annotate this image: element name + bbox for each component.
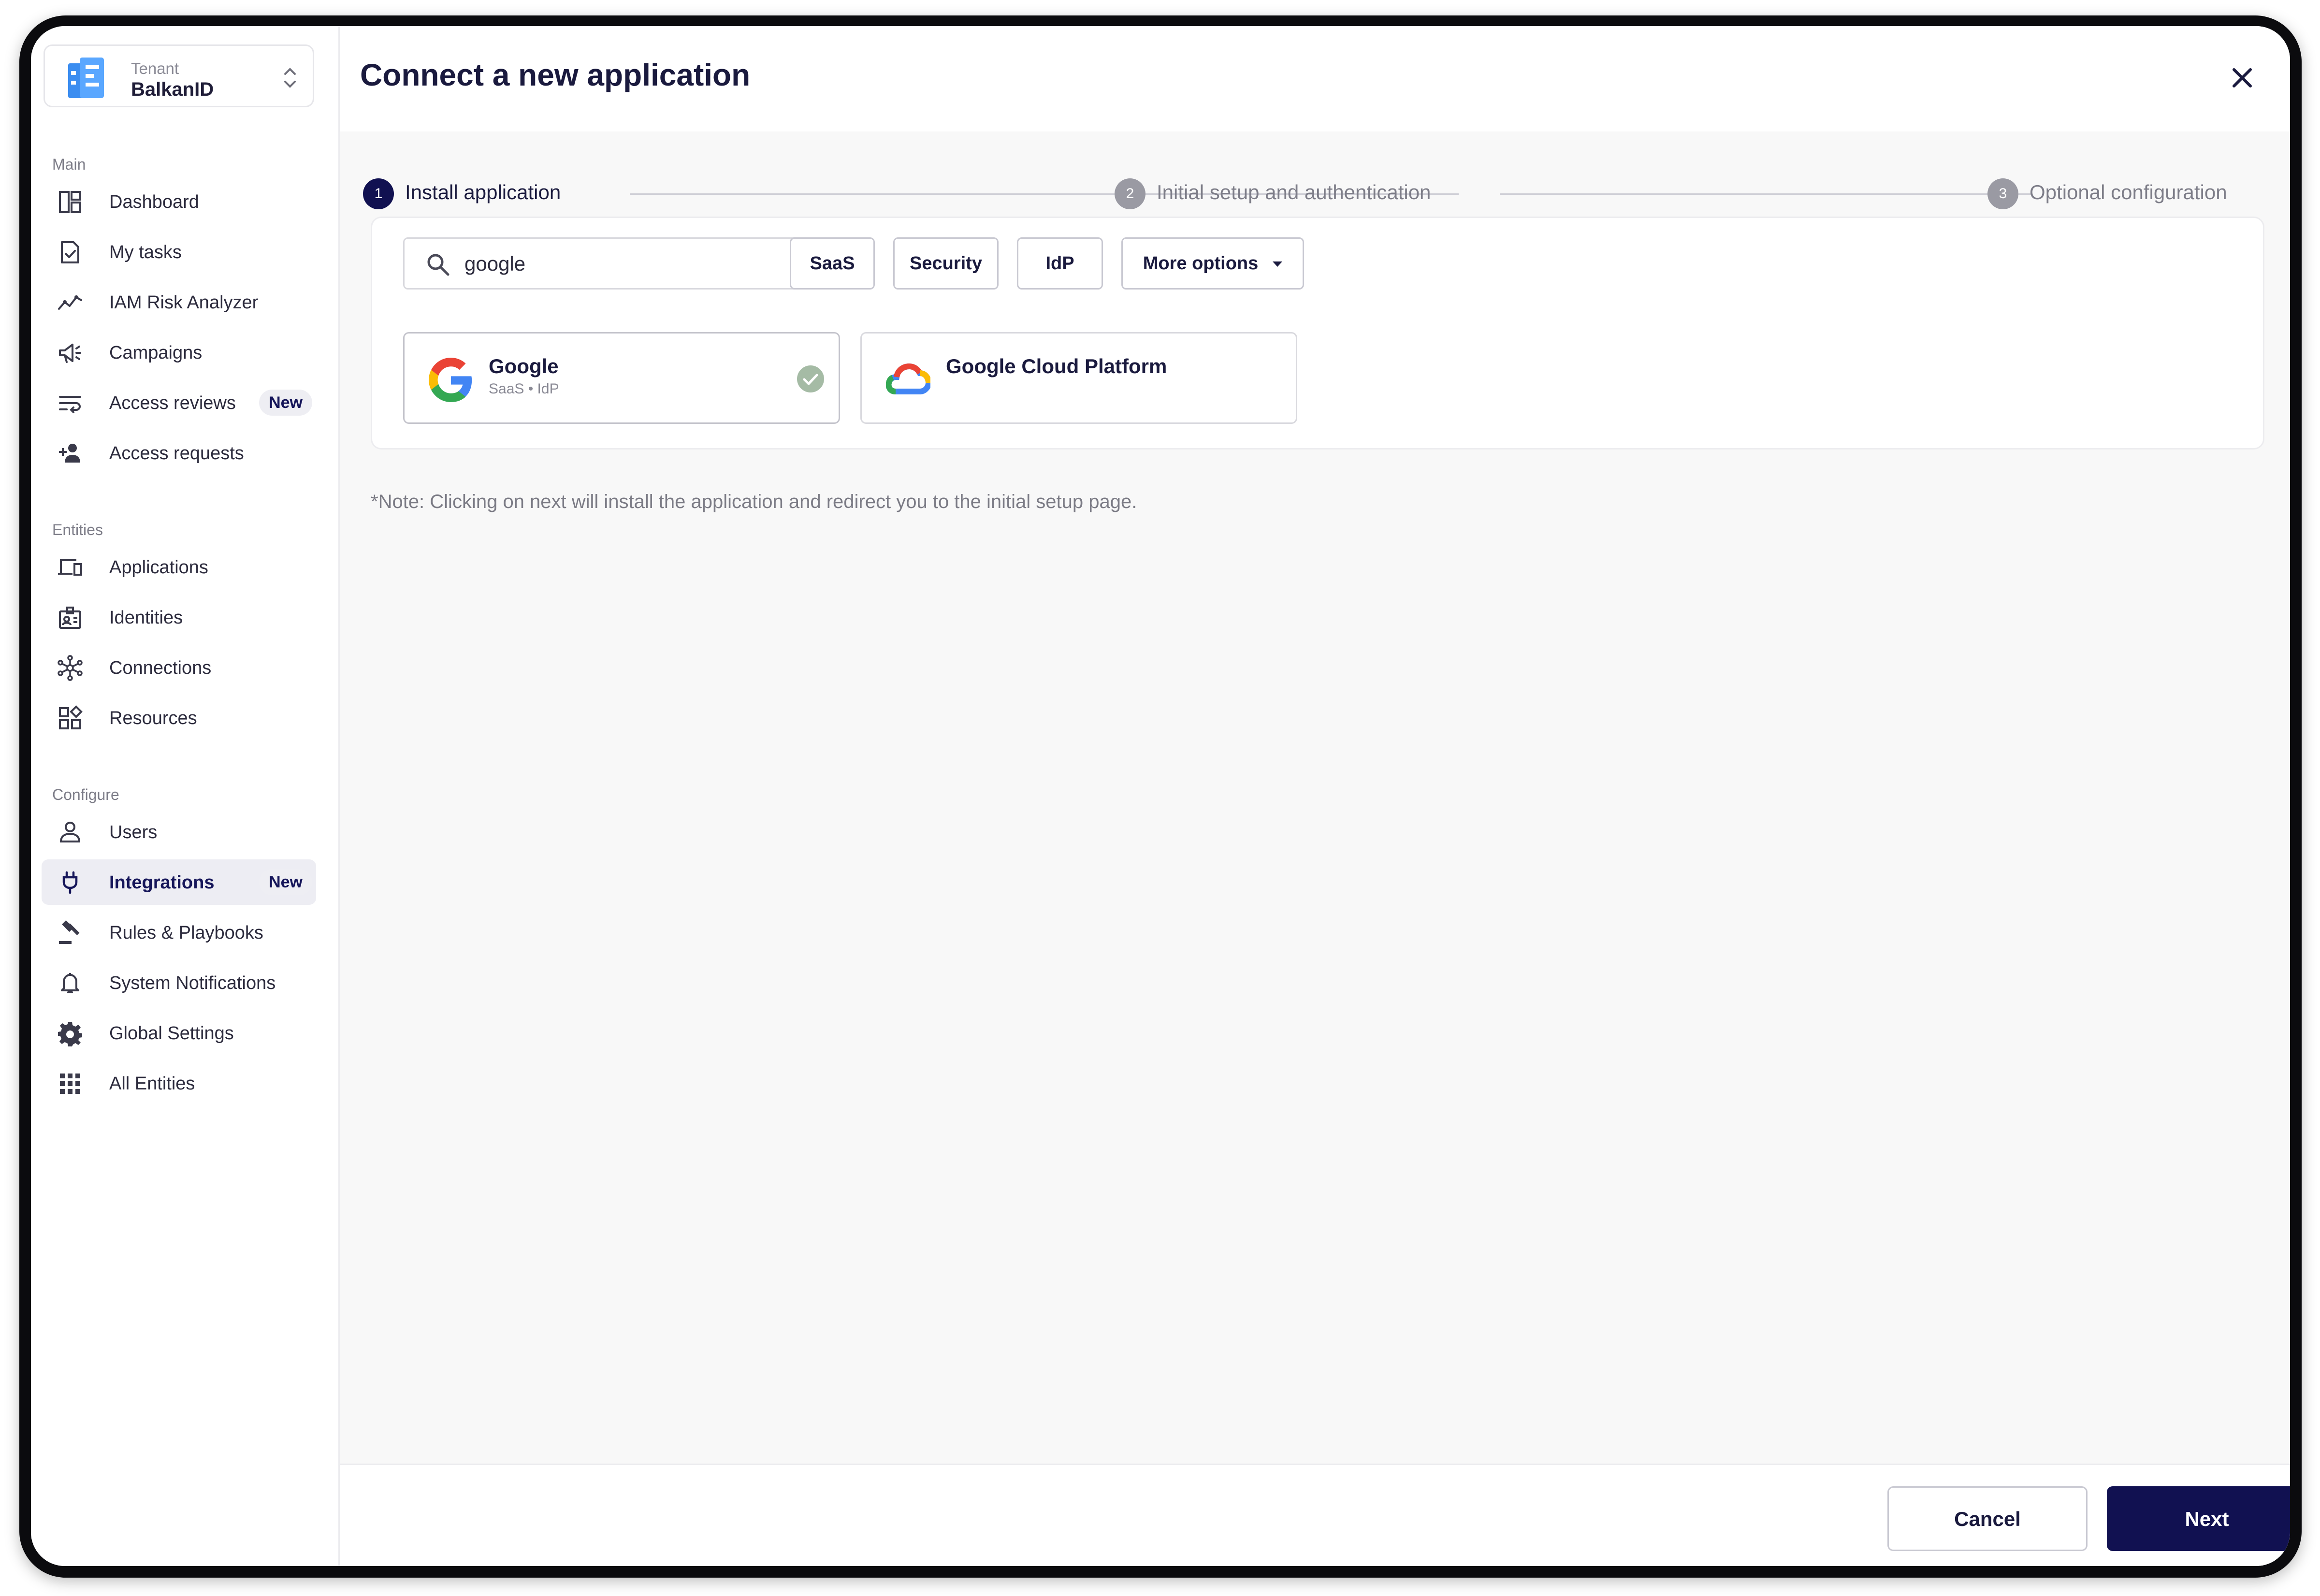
sidebar-item-label: Resources <box>109 708 197 728</box>
sidebar-item-label: My tasks <box>109 242 182 262</box>
sidebar-item-label: Access requests <box>109 443 244 464</box>
sidebar-item-dashboard[interactable]: Dashboard <box>42 179 316 224</box>
check-circle-icon <box>796 364 825 393</box>
sidebar-item-rules-playbooks[interactable]: Rules & Playbooks <box>42 910 316 955</box>
sidebar-item-label: All Entities <box>109 1074 195 1094</box>
search-box[interactable] <box>403 237 801 290</box>
sidebar-item-label: Connections <box>109 658 212 678</box>
search-input[interactable] <box>464 248 784 279</box>
sidebar-item-label: Users <box>109 822 158 842</box>
sidebar-item-campaigns[interactable]: Campaigns <box>42 330 316 375</box>
section-title-configure: Configure <box>52 786 119 803</box>
plug-icon <box>57 870 83 896</box>
filter-security-button[interactable]: Security <box>893 237 999 290</box>
dialog-header: Connect a new application <box>340 26 2290 131</box>
filter-idp-button[interactable]: IdP <box>1017 237 1103 290</box>
section-title-entities: Entities <box>52 521 103 538</box>
sidebar-item-label: Access reviews <box>109 393 236 413</box>
close-button[interactable] <box>2226 62 2258 94</box>
sidebar-item-global-settings[interactable]: Global Settings <box>42 1010 316 1056</box>
sidebar-item-label: Global Settings <box>109 1023 234 1044</box>
sidebar-item-connections[interactable]: Connections <box>42 645 316 690</box>
network-icon <box>57 655 83 681</box>
sidebar: Tenant BalkanID Main Dashboard My tasks … <box>31 26 340 1566</box>
gavel-icon <box>57 920 83 946</box>
step-2-label: Initial setup and authentication <box>1157 181 1431 203</box>
step-2-number: 2 <box>1115 178 1146 209</box>
main-panel: Connect a new application 1 Install appl… <box>340 26 2290 1566</box>
sidebar-item-applications[interactable]: Applications <box>42 544 316 590</box>
sidebar-item-label: System Notifications <box>109 973 276 993</box>
sidebar-item-users[interactable]: Users <box>42 809 316 855</box>
sidebar-item-my-tasks[interactable]: My tasks <box>42 229 316 275</box>
sidebar-item-label: Integrations <box>109 872 215 893</box>
caret-down-icon <box>1273 261 1283 267</box>
device-frame: Tenant BalkanID Main Dashboard My tasks … <box>19 15 2302 1578</box>
step-3-number: 3 <box>1987 178 2018 209</box>
search-icon <box>425 251 451 277</box>
step-1-number: 1 <box>363 178 394 209</box>
app-window: Tenant BalkanID Main Dashboard My tasks … <box>31 26 2290 1566</box>
sidebar-item-label: Applications <box>109 557 208 578</box>
sidebar-item-iam-risk-analyzer[interactable]: IAM Risk Analyzer <box>42 279 316 325</box>
cancel-button[interactable]: Cancel <box>1887 1486 2088 1551</box>
user-icon <box>57 819 83 845</box>
dashboard-icon <box>57 189 83 215</box>
sidebar-item-integrations[interactable]: Integrations New <box>42 859 316 905</box>
sidebar-item-label: IAM Risk Analyzer <box>109 292 259 313</box>
app-tags: SaaS • IdP <box>489 381 559 397</box>
tenant-switcher[interactable]: Tenant BalkanID <box>44 44 314 107</box>
id-badge-icon <box>57 605 83 631</box>
access-reviews-icon <box>57 390 83 416</box>
sidebar-item-label: Campaigns <box>109 343 203 363</box>
more-options-label: More options <box>1143 253 1259 274</box>
step-connector <box>1500 193 2031 195</box>
grid-icon <box>57 1071 83 1097</box>
google-cloud-logo-icon <box>885 358 932 402</box>
install-note: *Note: Clicking on next will install the… <box>371 491 1137 512</box>
more-options-dropdown[interactable]: More options <box>1121 237 1304 290</box>
tasks-icon <box>57 239 83 265</box>
sidebar-item-resources[interactable]: Resources <box>42 695 316 740</box>
next-button[interactable]: Next <box>2107 1486 2290 1551</box>
devices-icon <box>57 554 83 580</box>
tenant-caption: Tenant <box>131 59 179 77</box>
sidebar-item-all-entities[interactable]: All Entities <box>42 1060 316 1106</box>
sidebar-item-identities[interactable]: Identities <box>42 595 316 640</box>
app-name: Google <box>489 355 559 377</box>
app-search-card: SaaS Security IdP More options Google Sa… <box>371 217 2264 450</box>
gear-icon <box>57 1020 83 1046</box>
add-person-icon <box>57 440 83 466</box>
app-card-google-cloud-platform[interactable]: Google Cloud Platform <box>860 332 1297 424</box>
tenant-logo-icon <box>66 57 115 100</box>
dialog-footer: Cancel Next <box>340 1464 2290 1566</box>
sidebar-item-label: Rules & Playbooks <box>109 923 263 943</box>
sidebar-item-label: Identities <box>109 608 183 628</box>
sidebar-item-system-notifications[interactable]: System Notifications <box>42 960 316 1005</box>
new-badge: New <box>259 390 312 416</box>
risk-analyzer-icon <box>57 290 83 316</box>
megaphone-icon <box>57 340 83 366</box>
app-card-google[interactable]: Google SaaS • IdP <box>403 332 840 424</box>
sidebar-item-access-reviews[interactable]: Access reviews New <box>42 380 316 425</box>
sidebar-item-label: Dashboard <box>109 192 199 212</box>
sidebar-item-access-requests[interactable]: Access requests <box>42 430 316 476</box>
section-title-main: Main <box>52 156 86 173</box>
tenant-name: BalkanID <box>131 79 214 100</box>
step-3-label: Optional configuration <box>2030 181 2227 203</box>
filter-saas-button[interactable]: SaaS <box>790 237 875 290</box>
close-icon <box>2233 68 2252 87</box>
app-name: Google Cloud Platform <box>946 355 1167 377</box>
chevron-up-down-icon <box>282 63 298 92</box>
bell-icon <box>57 970 83 996</box>
new-badge: New <box>259 869 312 895</box>
page-title: Connect a new application <box>360 58 751 92</box>
step-1-label: Install application <box>405 181 561 203</box>
resources-icon <box>57 705 83 731</box>
google-logo-icon <box>429 358 473 402</box>
